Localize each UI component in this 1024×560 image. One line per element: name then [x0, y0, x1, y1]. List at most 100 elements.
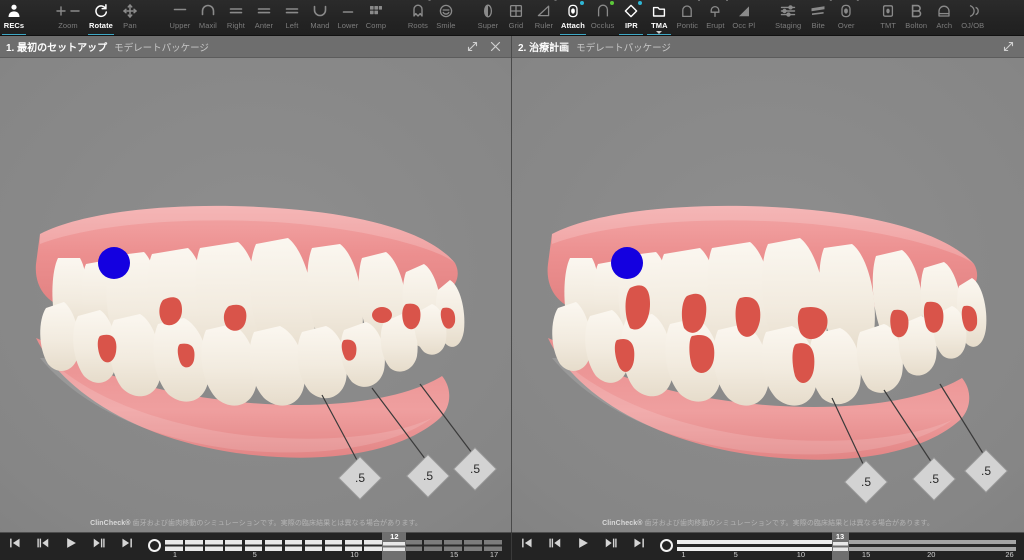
eruption-icon: °: [707, 0, 728, 19]
toolbar-item-right[interactable]: Right: [222, 0, 250, 35]
timeline-segment[interactable]: [304, 540, 323, 551]
toolbar-item-occlus[interactable]: Occlus: [588, 0, 618, 35]
timeline-segment[interactable]: [464, 540, 482, 551]
toolbar-item-tma[interactable]: TMA: [645, 0, 673, 35]
transport-controls: [8, 535, 134, 551]
toolbar-item-zoom[interactable]: Zoom: [50, 0, 86, 35]
toolbar-item-ipr[interactable]: IPR: [617, 0, 645, 35]
toolbar-item-lower[interactable]: Lower: [334, 0, 362, 35]
toolbar-item-attach[interactable]: Attach: [558, 0, 588, 35]
timeline-segment[interactable]: [424, 540, 442, 551]
toolbar-item-arch[interactable]: Arch: [930, 0, 958, 35]
timeline-progress[interactable]: [677, 540, 834, 551]
toolbar-item-pan[interactable]: Pan: [116, 0, 144, 35]
toolbar-item-over[interactable]: ° Over: [832, 0, 860, 35]
panel-footnote-1: ClinCheck® 歯牙および歯肉移動のシミュレーションです。実際の臨床結果と…: [0, 518, 511, 528]
toolbar-item-pontic[interactable]: ° Pontic: [673, 0, 701, 35]
timeline-tick-label: 10: [796, 550, 806, 559]
badge-dot-icon: [638, 1, 643, 5]
main-toolbar: RECs Zoom Rotate Pan Upper Maxil Right A…: [0, 0, 1024, 36]
clincheck-app: RECs Zoom Rotate Pan Upper Maxil Right A…: [0, 0, 1024, 560]
timeline-segment[interactable]: [324, 540, 343, 551]
timeline-knob[interactable]: [148, 539, 161, 552]
skip-to-start-icon[interactable]: [520, 535, 534, 551]
toolbar-item-label: Mand: [310, 21, 330, 30]
step-back-icon[interactable]: [36, 535, 50, 551]
timeline-knob[interactable]: [660, 539, 673, 552]
toolbar-item-super[interactable]: Super: [474, 0, 502, 35]
play-icon[interactable]: [64, 535, 78, 551]
step-back-icon[interactable]: [548, 535, 562, 551]
timeline-segment[interactable]: [364, 540, 383, 551]
occlusion-icon: [595, 1, 614, 19]
toolbar-item-comp[interactable]: Comp: [362, 0, 390, 35]
toolbar-item-label: Anter: [254, 21, 274, 30]
toolbar-item-rotate[interactable]: Rotate: [86, 0, 116, 35]
ipr-value: .5: [861, 475, 871, 489]
timeline-playhead[interactable]: 13: [831, 532, 849, 560]
close-icon[interactable]: [490, 41, 501, 52]
skip-to-start-icon[interactable]: [8, 535, 22, 551]
timeline-tick-label: 20: [927, 550, 936, 559]
model-viewport-1[interactable]: .5 .5 .5 ClinCheck® 歯牙および歯肉移動のシミュレーションです…: [0, 58, 511, 532]
expand-icon[interactable]: [1003, 41, 1014, 52]
toolbar-item-label: Right: [226, 21, 245, 30]
toolbar-item-label: Erupt: [706, 21, 725, 30]
timeline-segment[interactable]: [264, 540, 283, 551]
toolbar-item-erupt[interactable]: ° Erupt: [701, 0, 729, 35]
timeline-segment[interactable]: [404, 540, 422, 551]
panel-subtitle-2: モデレートパッケージ: [576, 42, 671, 54]
play-icon[interactable]: [576, 535, 590, 551]
toolbar-item-maxil[interactable]: Maxil: [194, 0, 222, 35]
toolbar-item-occ-pl[interactable]: Occ Pl: [729, 0, 758, 35]
step-forward-icon[interactable]: [604, 535, 618, 551]
toolbar-item-bite[interactable]: ° Bite: [804, 0, 833, 35]
step-forward-icon[interactable]: [92, 535, 106, 551]
timeline-segment[interactable]: [204, 540, 223, 551]
current-stage-number: 12: [390, 532, 399, 541]
timeline-segment[interactable]: [184, 540, 203, 551]
degree-badge-icon: °: [554, 0, 557, 6]
timeline-segment[interactable]: [284, 540, 303, 551]
toolbar-item-staging[interactable]: Staging: [772, 0, 804, 35]
occlusal-plane-icon: [736, 2, 752, 19]
degree-badge-icon: °: [428, 0, 431, 6]
toolbar-item-mand[interactable]: Mand: [306, 0, 334, 35]
skip-to-end-icon[interactable]: [120, 535, 134, 551]
panel-title-1: 1. 最初のセットアップ: [6, 43, 108, 54]
toolbar-item-upper[interactable]: Upper: [166, 0, 194, 35]
toolbar-item-bolton[interactable]: Bolton: [902, 0, 930, 35]
timeline-tick-label: 5: [733, 550, 738, 559]
toolbar-item-smile[interactable]: Smile: [432, 0, 460, 35]
model-viewport-2[interactable]: .5 .5 .5 ClinCheck® 歯牙および歯肉移動のシミュレーションです…: [512, 58, 1024, 532]
superimpose-icon: [480, 2, 496, 19]
toolbar-item-left[interactable]: Left: [278, 0, 306, 35]
footnote-text-1: 歯牙および歯肉移動のシミュレーションです。実際の臨床結果とは異なる場合があります…: [130, 520, 422, 527]
toolbar-item-ruler[interactable]: ° Ruler: [530, 0, 558, 35]
expand-icon[interactable]: [467, 41, 478, 52]
transport-controls: [520, 535, 646, 551]
timeline-playhead[interactable]: 12: [382, 532, 407, 560]
toolbar-item-oj-ob[interactable]: OJ/OB: [958, 0, 987, 35]
skip-to-end-icon[interactable]: [632, 535, 646, 551]
playhead-bar: [383, 542, 406, 551]
toolbar-item-label: OJ/OB: [961, 21, 985, 30]
toolbar-item-label: RECs: [3, 21, 25, 30]
timeline-left[interactable]: 12 1 5 10 15 17: [0, 532, 512, 560]
timeline-segment[interactable]: [224, 540, 243, 551]
toolbar-item-label: Roots: [407, 21, 428, 30]
toolbar-item-anter[interactable]: Anter: [250, 0, 278, 35]
panel-title-2: 2. 治療計画: [518, 43, 570, 54]
timeline-bars: 12 1 5 10 15 17 13 1 5 10 15 20 26: [0, 532, 1024, 560]
toolbar-item-grid[interactable]: Grid: [502, 0, 530, 35]
ipr-labels-2: .5 .5 .5: [844, 449, 1008, 504]
badge-dot-icon: [579, 1, 584, 5]
timeline-right[interactable]: 13 1 5 10 15 20 26: [512, 532, 1024, 560]
toolbar-item-tmt[interactable]: TMT: [874, 0, 902, 35]
toolbar-item-recs[interactable]: RECs: [0, 0, 28, 35]
toolbar-item-label: Over: [837, 21, 855, 30]
toolbar-item-roots[interactable]: ° Roots: [404, 0, 432, 35]
timeline-tick-label: 17: [489, 550, 499, 559]
toolbar-item-label: Pan: [123, 21, 137, 30]
attachment-icon: [565, 1, 584, 19]
